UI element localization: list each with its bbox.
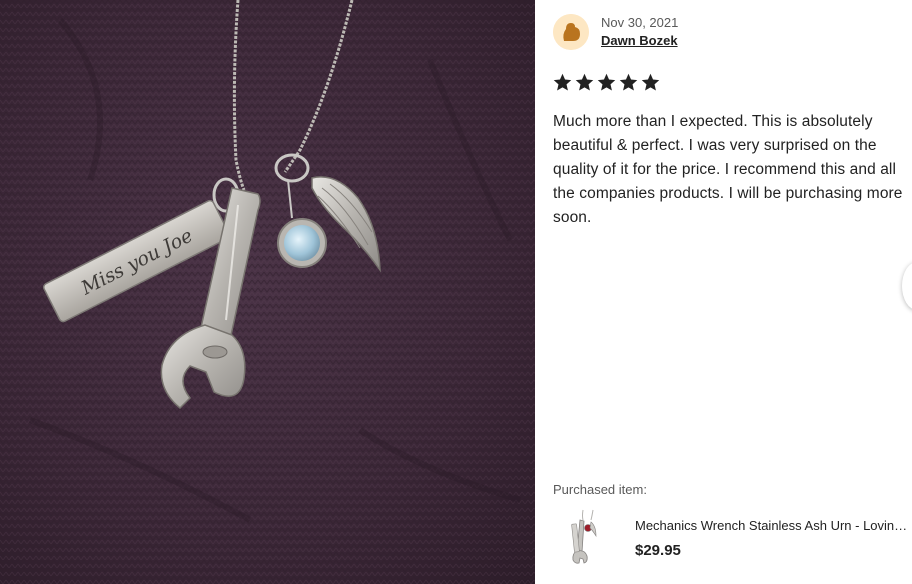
item-thumbnail-image [553, 506, 617, 570]
purchased-item-label: Purchased item: [553, 482, 647, 497]
next-button[interactable] [902, 262, 912, 310]
review-text: Much more than I expected. This is absol… [553, 113, 903, 226]
purchased-item-price: $29.95 [635, 542, 681, 559]
star-icon [553, 73, 572, 91]
necklace-photo-image: Miss you Joe [0, 0, 535, 584]
star-icon [619, 73, 638, 91]
review-panel: Nov 30, 2021 Dawn Bozek Much more than I… [535, 0, 912, 584]
star-icon [597, 73, 616, 91]
user-avatar-icon [553, 14, 589, 50]
star-icon [575, 73, 594, 91]
review-photo[interactable]: Miss you Joe [0, 0, 535, 584]
star-rating [552, 72, 661, 93]
user-avatar[interactable] [553, 14, 589, 50]
purchased-item-link[interactable]: Mechanics Wrench Stainless Ash Urn - Lov… [553, 506, 912, 570]
purchased-item-title[interactable]: Mechanics Wrench Stainless Ash Urn - Lov… [635, 518, 912, 533]
star-icon [641, 73, 660, 91]
reviewer-name-link[interactable]: Dawn Bozek [601, 33, 678, 48]
purchased-item-thumbnail [553, 506, 617, 570]
review-date: Nov 30, 2021 [601, 15, 679, 30]
